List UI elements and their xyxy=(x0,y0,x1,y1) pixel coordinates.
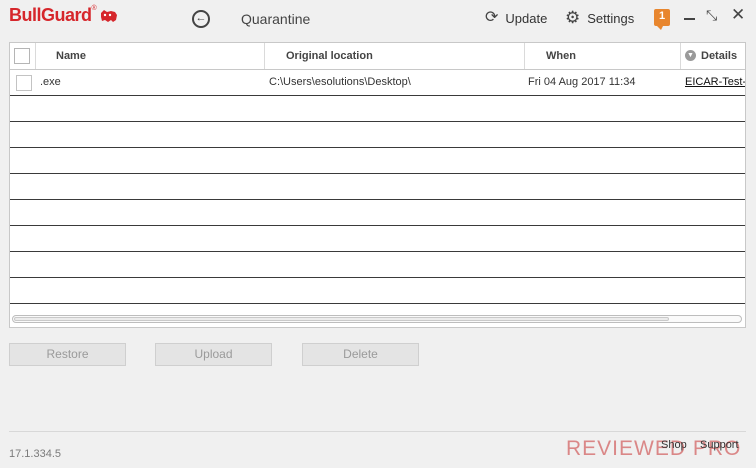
footer-divider xyxy=(9,431,746,432)
column-header-details[interactable]: ▼ Details xyxy=(685,43,737,69)
bullguard-logo: BullGuard ® xyxy=(9,5,119,26)
table-row xyxy=(10,278,745,304)
chevron-down-icon: ▼ xyxy=(685,49,696,61)
update-label: Update xyxy=(505,10,548,26)
details-header-label: Details xyxy=(701,50,738,62)
bulldog-icon xyxy=(100,9,117,22)
select-all-checkbox[interactable] xyxy=(14,48,30,64)
table-row xyxy=(10,174,745,200)
notification-badge[interactable]: 1 xyxy=(654,9,670,30)
cell-location: C:\Users\esolutions\Desktop\ xyxy=(269,76,411,88)
table-row xyxy=(10,96,745,122)
restore-window-icon[interactable]: ⤡ xyxy=(706,8,717,22)
row-checkbox[interactable] xyxy=(16,75,32,91)
back-arrow-icon: ← xyxy=(195,12,207,24)
top-bar: BullGuard ® ← Quarantine ⟳ Update ⚙ Sett… xyxy=(0,0,756,38)
gear-icon: ⚙ xyxy=(565,8,581,27)
cell-name: .exe xyxy=(40,76,61,88)
page-title: Quarantine xyxy=(241,11,311,27)
column-header-when[interactable]: When xyxy=(546,43,576,69)
delete-button[interactable]: Delete xyxy=(302,343,419,366)
version-label: 17.1.334.5 xyxy=(9,448,61,460)
table-row xyxy=(10,148,745,174)
back-button[interactable]: ← xyxy=(192,10,210,28)
logo-text: BullGuard xyxy=(9,5,92,25)
table-row[interactable]: .exe C:\Users\esolutions\Desktop\ Fri 04… xyxy=(10,70,745,96)
shop-link[interactable]: Shop xyxy=(661,439,687,451)
table-row xyxy=(10,122,745,148)
cell-details-link[interactable]: EICAR-Test- xyxy=(685,70,745,95)
horizontal-scrollbar[interactable] xyxy=(12,315,742,323)
column-separator xyxy=(35,43,36,69)
settings-button[interactable]: ⚙ Settings xyxy=(565,8,635,27)
scrollbar-thumb[interactable] xyxy=(14,317,669,321)
update-button[interactable]: ⟳ Update xyxy=(485,10,547,26)
table-row xyxy=(10,226,745,252)
support-link[interactable]: Support xyxy=(700,439,739,451)
refresh-icon: ⟳ xyxy=(485,9,499,26)
column-header-location[interactable]: Original location xyxy=(286,43,373,69)
column-separator xyxy=(680,43,681,69)
settings-label: Settings xyxy=(587,10,635,26)
upload-button[interactable]: Upload xyxy=(155,343,272,366)
column-separator xyxy=(264,43,265,69)
table-header: Name Original location When ▼ Details xyxy=(10,43,745,70)
quarantine-table: Name Original location When ▼ Details .ex… xyxy=(9,42,746,328)
minimize-icon[interactable] xyxy=(684,18,695,20)
restore-button[interactable]: Restore xyxy=(9,343,126,366)
table-row xyxy=(10,252,745,278)
column-separator xyxy=(524,43,525,69)
logo-registered-mark: ® xyxy=(91,5,97,12)
table-row xyxy=(10,200,745,226)
cell-when: Fri 04 Aug 2017 11:34 xyxy=(528,76,636,88)
close-icon[interactable]: ✕ xyxy=(731,6,745,23)
column-header-name[interactable]: Name xyxy=(56,43,86,69)
